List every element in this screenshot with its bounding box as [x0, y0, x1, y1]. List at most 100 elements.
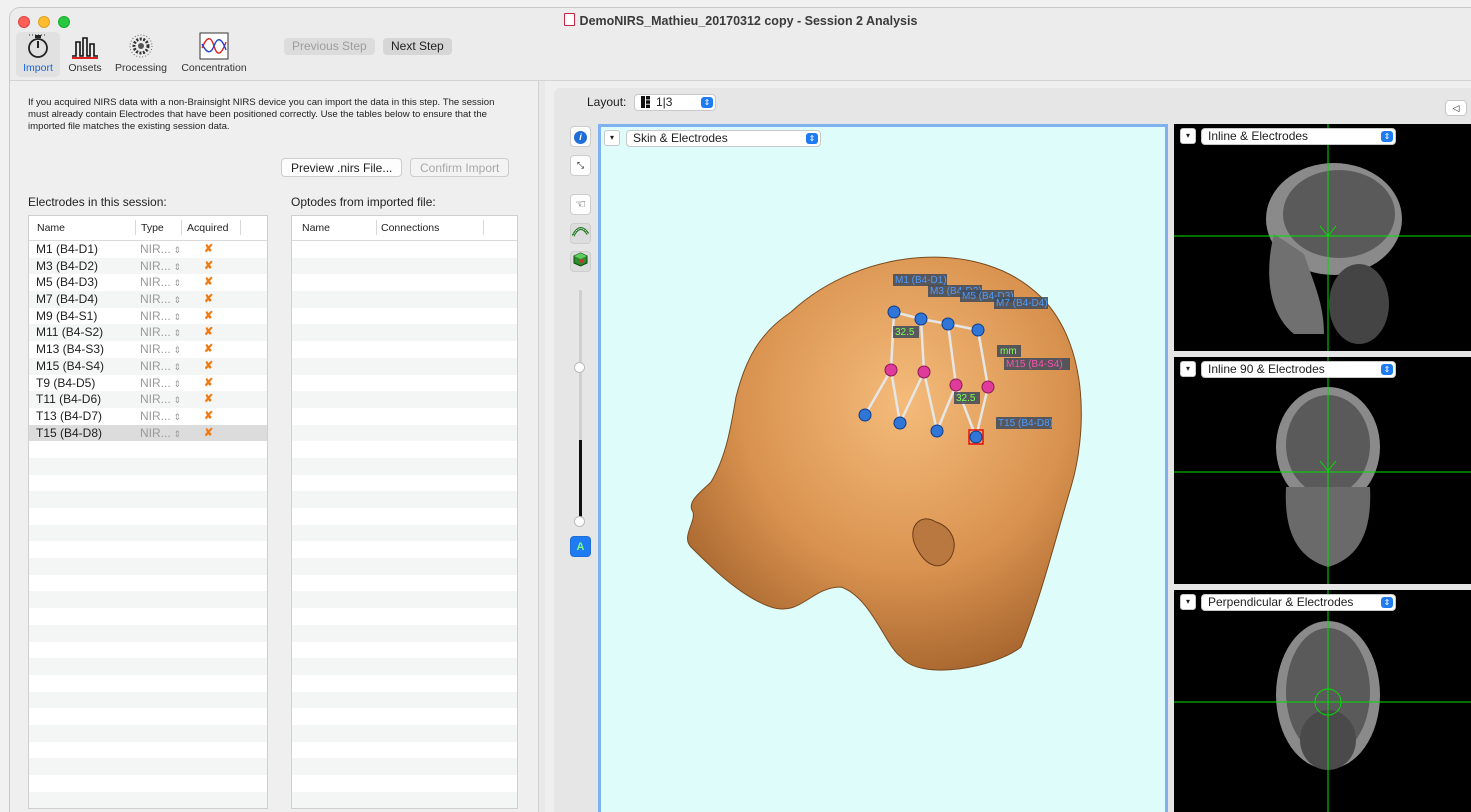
- skin-3d-view[interactable]: ▾ Skin & Electrodes ⇕ M1 (B4-D1) M3 (B4-…: [598, 124, 1168, 812]
- info-button[interactable]: i: [570, 126, 591, 147]
- electrode-type-stepper[interactable]: NIR... ⇕: [140, 259, 181, 273]
- view-menu-button[interactable]: ▾: [1180, 128, 1196, 144]
- inline-slice-view[interactable]: ▾ Inline & Electrodes ⇕: [1174, 124, 1471, 351]
- optodes-table[interactable]: Name Connections: [291, 215, 518, 809]
- svg-text:T15 (B4-D8): T15 (B4-D8): [998, 418, 1053, 429]
- toggle-sidebar-button[interactable]: ◁: [1445, 100, 1467, 116]
- empty-table-row: [292, 624, 517, 642]
- empty-table-row: [292, 591, 517, 609]
- stepper-arrows-icon: ⇕: [173, 261, 182, 272]
- empty-table-row: [29, 457, 267, 475]
- inline-90-slice-view[interactable]: ▾ Inline 90 & Electrodes ⇕: [1174, 357, 1471, 584]
- stepper-arrows-icon: ⇕: [173, 278, 182, 289]
- toolbar-onsets-button[interactable]: Onsets: [64, 32, 106, 74]
- document-icon: [563, 13, 575, 26]
- toolbar-import-button[interactable]: Import: [16, 32, 60, 77]
- column-optode-name[interactable]: Name: [302, 222, 330, 234]
- empty-table-row: [292, 274, 517, 291]
- toolbar-concentration-button[interactable]: Concentration: [178, 32, 250, 74]
- stepper-arrows-icon: ⇕: [173, 378, 182, 389]
- slider-thumb-upper[interactable]: [574, 362, 585, 373]
- electrode-name: M15 (B4-S4): [36, 358, 105, 373]
- preview-nirs-file-button[interactable]: Preview .nirs File...: [281, 158, 403, 177]
- view-menu-button[interactable]: ▾: [1180, 361, 1196, 377]
- electrode-row[interactable]: T9 (B4-D5) NIR... ⇕ ✘: [29, 375, 267, 392]
- head-3d-render: M1 (B4-D1) M3 (B4-D2) M5 (B4-D3) M7 (B4-…: [687, 256, 1082, 671]
- previous-step-button[interactable]: Previous Step: [284, 38, 375, 55]
- empty-table-row: [29, 541, 267, 558]
- popup-arrows-icon: ⇕: [1381, 364, 1393, 375]
- view-menu-button[interactable]: ▾: [1180, 594, 1196, 610]
- electrode-row[interactable]: T11 (B4-D6) NIR... ⇕ ✘: [29, 391, 267, 408]
- pan-tool-button[interactable]: ☜: [570, 194, 591, 215]
- empty-table-row: [29, 724, 267, 742]
- empty-table-row: [292, 775, 517, 792]
- empty-table-row: [292, 742, 517, 759]
- electrode-row[interactable]: M7 (B4-D4) NIR... ⇕ ✘: [29, 291, 267, 308]
- empty-table-row: [29, 708, 267, 725]
- middle-view-select[interactable]: Inline 90 & Electrodes ⇕: [1201, 361, 1396, 378]
- electrode-type-stepper[interactable]: NIR... ⇕: [140, 275, 181, 289]
- popup-arrows-icon: ⇕: [701, 97, 713, 108]
- electrode-type-stepper[interactable]: NIR... ⇕: [140, 292, 181, 306]
- layout-select[interactable]: 1|3 ⇕: [634, 94, 716, 111]
- electrode-type-stepper[interactable]: NIR... ⇕: [140, 359, 181, 373]
- svg-text:32.5: 32.5: [956, 393, 976, 404]
- empty-table-row: [292, 675, 517, 692]
- opacity-slider-track[interactable]: [574, 290, 585, 527]
- titlebar: DemoNIRS_Mathieu_20170312 copy - Session…: [10, 8, 1471, 81]
- empty-table-row: [29, 675, 267, 692]
- top-view-select[interactable]: Inline & Electrodes ⇕: [1201, 128, 1396, 145]
- processing-gear-icon: [126, 32, 156, 60]
- empty-table-row: [29, 642, 267, 659]
- electrode-row[interactable]: M5 (B4-D3) NIR... ⇕ ✘: [29, 274, 267, 291]
- app-window: DemoNIRS_Mathieu_20170312 copy - Session…: [10, 8, 1471, 812]
- electrode-row[interactable]: M11 (B4-S2) NIR... ⇕ ✘: [29, 324, 267, 342]
- electrode-type-stepper[interactable]: NIR... ⇕: [140, 325, 181, 339]
- column-acquired[interactable]: Acquired: [187, 222, 228, 234]
- electrode-row[interactable]: M1 (B4-D1) NIR... ⇕ ✘: [29, 241, 267, 258]
- electrode-type-stepper[interactable]: NIR... ⇕: [140, 309, 181, 323]
- electrode-row[interactable]: M15 (B4-S4) NIR... ⇕ ✘: [29, 357, 267, 375]
- empty-table-row: [29, 508, 267, 525]
- slider-thumb-lower[interactable]: [574, 516, 585, 527]
- electrode-type-stepper[interactable]: NIR... ⇕: [140, 409, 181, 423]
- column-name[interactable]: Name: [37, 222, 65, 234]
- perpendicular-slice-view[interactable]: ▾ Perpendicular & Electrodes ⇕: [1174, 590, 1471, 812]
- empty-table-row: [29, 691, 267, 709]
- next-step-button[interactable]: Next Step: [383, 38, 452, 55]
- empty-table-row: [292, 457, 517, 475]
- electrodes-table[interactable]: Name Type Acquired M1 (B4-D1) NIR... ⇕ ✘ M3 …: [28, 215, 268, 809]
- bottom-view-select[interactable]: Perpendicular & Electrodes ⇕: [1201, 594, 1396, 611]
- electrode-name: T9 (B4-D5): [36, 375, 96, 390]
- electrode-row[interactable]: M9 (B4-S1) NIR... ⇕ ✘: [29, 308, 267, 325]
- toolbar-processing-button[interactable]: Processing: [114, 32, 168, 74]
- expand-view-button[interactable]: ⤡: [570, 155, 591, 176]
- electrode-type-stepper[interactable]: NIR... ⇕: [140, 426, 181, 440]
- toolbar-processing-label: Processing: [115, 62, 167, 74]
- electrode-row[interactable]: T13 (B4-D7) NIR... ⇕ ✘: [29, 408, 267, 425]
- mri-coronal-image: [1174, 357, 1471, 584]
- confirm-import-button[interactable]: Confirm Import: [410, 158, 510, 177]
- cube-icon: [573, 252, 588, 267]
- stepper-arrows-icon: ⇕: [173, 328, 182, 339]
- optodes-table-header: Name Connections: [292, 216, 517, 241]
- electrode-type-stepper[interactable]: NIR... ⇕: [140, 392, 181, 406]
- empty-table-row: [292, 408, 517, 425]
- not-acquired-x-icon: ✘: [204, 309, 214, 322]
- column-connections[interactable]: Connections: [381, 222, 439, 234]
- electrode-row[interactable]: M3 (B4-D2) NIR... ⇕ ✘: [29, 257, 267, 275]
- annotation-toggle-button[interactable]: A: [570, 536, 591, 557]
- electrode-type-stepper[interactable]: NIR... ⇕: [140, 242, 181, 256]
- electrode-type-stepper[interactable]: NIR... ⇕: [140, 376, 181, 390]
- electrode-type-stepper[interactable]: NIR... ⇕: [140, 342, 181, 356]
- electrode-row[interactable]: M13 (B4-S3) NIR... ⇕ ✘: [29, 341, 267, 358]
- volume-tool-button[interactable]: [570, 251, 591, 272]
- svg-text:32.5: 32.5: [895, 327, 915, 338]
- stepper-arrows-icon: ⇕: [173, 311, 182, 322]
- column-type[interactable]: Type: [141, 222, 164, 234]
- split-view-divider[interactable]: [538, 81, 545, 812]
- electrode-row[interactable]: T15 (B4-D8) NIR... ⇕ ✘: [29, 424, 267, 442]
- empty-table-row: [292, 608, 517, 625]
- ruler-tool-button[interactable]: [570, 223, 591, 244]
